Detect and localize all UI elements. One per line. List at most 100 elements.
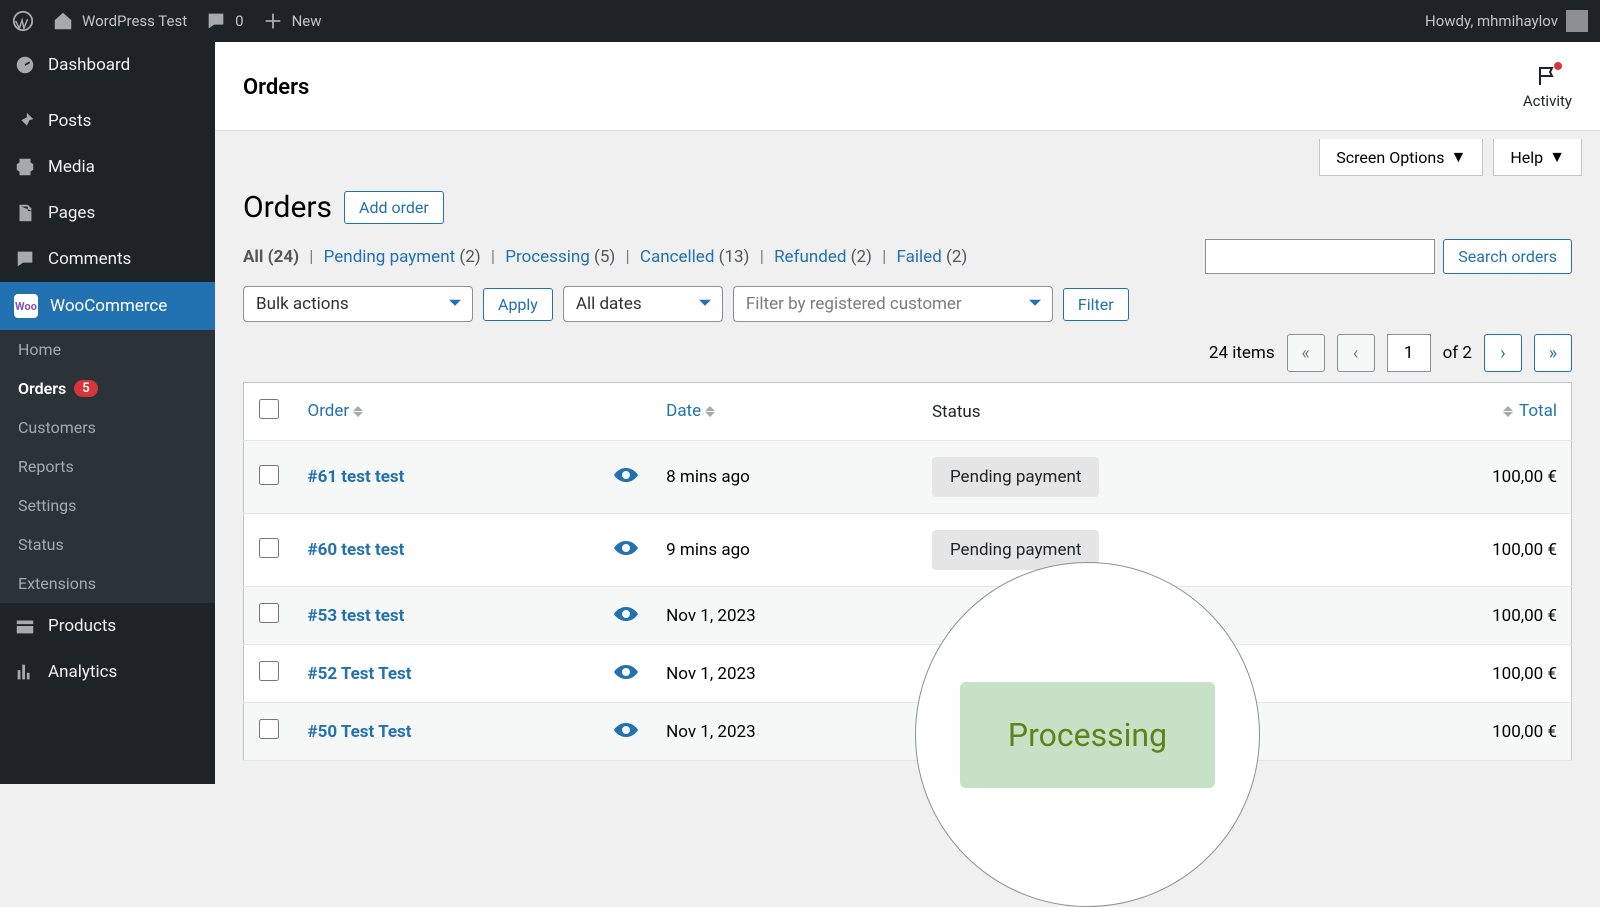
table-row[interactable]: #60 test test9 mins agoPending payment10… bbox=[244, 514, 1572, 587]
submenu-label: Reports bbox=[18, 457, 74, 476]
order-link[interactable]: #60 test test bbox=[308, 540, 405, 560]
dashboard-icon bbox=[14, 54, 36, 76]
last-page-button[interactable]: » bbox=[1534, 334, 1572, 372]
menu-label: Products bbox=[48, 616, 116, 636]
filter-processing[interactable]: Processing bbox=[505, 247, 590, 267]
sort-icon bbox=[1503, 401, 1513, 422]
prev-page-button[interactable]: ‹ bbox=[1337, 334, 1375, 372]
row-checkbox[interactable] bbox=[259, 538, 279, 558]
menu-analytics[interactable]: Analytics bbox=[0, 649, 215, 695]
screen-meta-tabs: Screen Options ▼ Help ▼ bbox=[215, 131, 1600, 176]
comment-icon bbox=[205, 10, 227, 32]
row-checkbox[interactable] bbox=[259, 661, 279, 681]
order-total: 100,00 € bbox=[1360, 587, 1571, 645]
admin-sidebar: Dashboard Posts Media Pages Comments Woo… bbox=[0, 42, 215, 784]
chevron-down-icon: ▼ bbox=[1451, 147, 1467, 167]
menu-woocommerce[interactable]: Woo WooCommerce bbox=[0, 282, 215, 330]
account-link[interactable]: Howdy, mhmihaylov bbox=[1425, 10, 1588, 32]
add-order-button[interactable]: Add order bbox=[344, 191, 444, 224]
search-input[interactable] bbox=[1205, 239, 1435, 274]
next-page-button[interactable]: › bbox=[1484, 334, 1522, 372]
menu-posts[interactable]: Posts bbox=[0, 98, 215, 144]
admin-bar: WordPress Test 0 New Howdy, mhmihaylov bbox=[0, 0, 1600, 42]
filter-refunded[interactable]: Refunded bbox=[774, 247, 846, 267]
menu-media[interactable]: Media bbox=[0, 144, 215, 190]
menu-products[interactable]: Products bbox=[0, 603, 215, 649]
submenu-label: Home bbox=[18, 340, 61, 359]
new-label: New bbox=[292, 12, 322, 30]
first-page-button[interactable]: « bbox=[1287, 334, 1325, 372]
submenu-settings[interactable]: Settings bbox=[0, 486, 215, 525]
select-all-checkbox[interactable] bbox=[259, 399, 279, 419]
menu-label: Media bbox=[48, 157, 95, 177]
menu-comments[interactable]: Comments bbox=[0, 236, 215, 282]
new-content-link[interactable]: New bbox=[262, 10, 322, 32]
preview-icon[interactable] bbox=[614, 540, 638, 560]
table-row[interactable]: #61 test test8 mins agoPending payment10… bbox=[244, 441, 1572, 514]
woocommerce-submenu: Home Orders 5 Customers Reports Settings… bbox=[0, 330, 215, 603]
submenu-orders[interactable]: Orders 5 bbox=[0, 369, 215, 408]
preview-icon[interactable] bbox=[614, 606, 638, 626]
analytics-icon bbox=[14, 661, 36, 683]
menu-dashboard[interactable]: Dashboard bbox=[0, 42, 215, 88]
submenu-label: Extensions bbox=[18, 574, 96, 593]
menu-label: Pages bbox=[48, 203, 95, 223]
order-link[interactable]: #50 Test Test bbox=[308, 722, 412, 742]
order-link[interactable]: #53 test test bbox=[308, 606, 405, 626]
woo-icon: Woo bbox=[14, 294, 38, 318]
screen-options-tab[interactable]: Screen Options ▼ bbox=[1319, 139, 1483, 176]
help-tab[interactable]: Help ▼ bbox=[1493, 139, 1582, 176]
table-row[interactable]: #50 Test TestNov 1, 2023100,00 € bbox=[244, 703, 1572, 761]
apply-button[interactable]: Apply bbox=[483, 288, 553, 321]
submenu-customers[interactable]: Customers bbox=[0, 408, 215, 447]
submenu-status[interactable]: Status bbox=[0, 525, 215, 564]
order-link[interactable]: #61 test test bbox=[308, 467, 405, 487]
column-status[interactable]: Status bbox=[918, 383, 1360, 441]
menu-label: Analytics bbox=[48, 662, 117, 682]
chevron-down-icon: ▼ bbox=[1549, 147, 1565, 167]
filter-pending[interactable]: Pending payment bbox=[324, 247, 455, 267]
submenu-extensions[interactable]: Extensions bbox=[0, 564, 215, 603]
current-page-input[interactable] bbox=[1387, 334, 1431, 372]
filter-failed[interactable]: Failed bbox=[897, 247, 942, 267]
order-date: Nov 1, 2023 bbox=[652, 645, 918, 703]
comments-link[interactable]: 0 bbox=[205, 10, 243, 32]
row-checkbox[interactable] bbox=[259, 603, 279, 623]
row-checkbox[interactable] bbox=[259, 719, 279, 739]
tab-label: Help bbox=[1510, 148, 1543, 167]
row-checkbox[interactable] bbox=[259, 465, 279, 485]
preview-icon[interactable] bbox=[614, 467, 638, 487]
menu-pages[interactable]: Pages bbox=[0, 190, 215, 236]
products-icon bbox=[14, 615, 36, 637]
wordpress-icon bbox=[12, 10, 34, 32]
table-row[interactable]: #52 Test TestNov 1, 2023100,00 € bbox=[244, 645, 1572, 703]
wp-logo[interactable] bbox=[12, 10, 34, 32]
search-orders-button[interactable]: Search orders bbox=[1443, 239, 1572, 274]
activity-button[interactable]: Activity bbox=[1523, 64, 1572, 110]
filter-cancelled[interactable]: Cancelled bbox=[640, 247, 714, 267]
menu-label: Posts bbox=[48, 111, 91, 131]
bulk-actions-select[interactable]: Bulk actions bbox=[243, 286, 473, 322]
table-row[interactable]: #53 test testNov 1, 2023100,00 € bbox=[244, 587, 1572, 645]
status-filter-links: All (24) | Pending payment (2) | Process… bbox=[243, 247, 967, 267]
preview-icon[interactable] bbox=[614, 664, 638, 684]
column-date[interactable]: Date bbox=[652, 383, 918, 441]
submenu-home[interactable]: Home bbox=[0, 330, 215, 369]
submenu-reports[interactable]: Reports bbox=[0, 447, 215, 486]
site-home-link[interactable]: WordPress Test bbox=[52, 10, 187, 32]
customer-filter-select[interactable]: Filter by registered customer bbox=[733, 286, 1053, 322]
orders-heading: Orders bbox=[243, 190, 332, 225]
menu-label: Comments bbox=[48, 249, 131, 269]
column-order[interactable]: Order bbox=[294, 383, 593, 441]
date-filter-select[interactable]: All dates bbox=[563, 286, 723, 322]
sort-icon bbox=[705, 401, 715, 422]
status-badge: Pending payment bbox=[932, 457, 1099, 497]
column-total[interactable]: Total bbox=[1360, 383, 1571, 441]
filter-button[interactable]: Filter bbox=[1063, 288, 1129, 321]
preview-icon[interactable] bbox=[614, 722, 638, 742]
plus-icon bbox=[262, 10, 284, 32]
submenu-label: Customers bbox=[18, 418, 96, 437]
filter-all[interactable]: All (24) bbox=[243, 247, 299, 267]
orders-table: Order Date Status Total #61 test test8 m… bbox=[243, 382, 1572, 761]
order-link[interactable]: #52 Test Test bbox=[308, 664, 412, 684]
